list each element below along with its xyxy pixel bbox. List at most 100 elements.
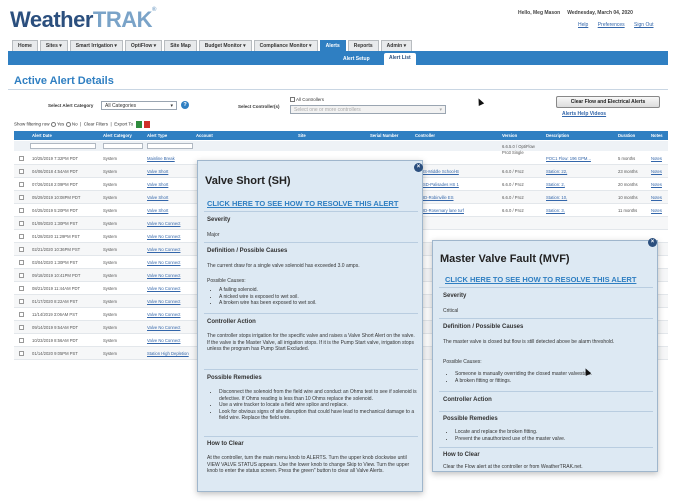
notes-link[interactable]: Notes xyxy=(651,208,662,213)
alert-type-link[interactable]: Mainline Break xyxy=(147,156,175,161)
row-checkbox[interactable] xyxy=(19,208,24,213)
close-icon[interactable]: × xyxy=(414,163,423,172)
row-checkbox[interactable] xyxy=(19,312,24,317)
row-checkbox[interactable] xyxy=(19,182,24,187)
subtab-alert-list[interactable]: Alert List xyxy=(384,53,416,65)
tab-sites[interactable]: Sites ▾ xyxy=(39,40,68,51)
alert-type-link[interactable]: Valve Short xyxy=(147,208,168,213)
description-link[interactable]: Station: 2, xyxy=(546,182,565,187)
filter-category-input[interactable] xyxy=(103,143,143,149)
col-notes[interactable]: Notes xyxy=(651,133,663,138)
close-icon[interactable]: × xyxy=(648,238,657,247)
alert-type-link[interactable]: Valve No Connect xyxy=(147,312,180,317)
row-checkbox[interactable] xyxy=(19,286,24,291)
excel-icon[interactable] xyxy=(136,121,143,128)
row-checkbox[interactable] xyxy=(19,260,24,265)
col-alert-category[interactable]: Alert Category xyxy=(103,133,132,138)
tab-home[interactable]: Home xyxy=(12,40,38,51)
row-checkbox[interactable] xyxy=(19,325,24,330)
alert-type-link[interactable]: Valve Short xyxy=(147,169,168,174)
filter-date-input[interactable] xyxy=(30,143,96,149)
row-checkbox[interactable] xyxy=(19,221,24,226)
tab-compliance-monitor[interactable]: Compliance Monitor ▾ xyxy=(253,40,318,51)
col-version[interactable]: Version xyxy=(502,133,517,138)
alert-category-cell: System xyxy=(103,260,117,265)
clear-alerts-button[interactable]: Clear Flow and Electrical Alerts xyxy=(556,96,660,108)
how-to-clear-text: At the controller, turn the main menu kn… xyxy=(207,455,410,474)
alert-category-cell: System xyxy=(103,156,117,161)
all-controllers-checkbox[interactable] xyxy=(290,97,295,103)
alert-type-link[interactable]: Valve No Connect xyxy=(147,234,180,239)
yes-radio[interactable] xyxy=(50,122,56,127)
alert-type-link[interactable]: Valve Short xyxy=(147,182,168,187)
row-checkbox[interactable] xyxy=(19,351,24,356)
alert-date-cell: 10/23/2019 8:56AM PDT xyxy=(32,338,79,343)
alert-type-link[interactable]: Valve No Connect xyxy=(147,325,180,330)
alert-category-cell: System xyxy=(103,208,117,213)
col-site[interactable]: Site xyxy=(298,133,306,138)
all-controllers-option[interactable]: All Controllers xyxy=(290,97,324,103)
row-checkbox[interactable] xyxy=(19,247,24,252)
alert-type-link[interactable]: Valve No Connect xyxy=(147,299,180,304)
row-checkbox[interactable] xyxy=(19,273,24,278)
controller-select[interactable]: Select one or more controllers ▾ xyxy=(290,105,446,114)
tab-budget-monitor[interactable]: Budget Monitor ▾ xyxy=(198,40,252,51)
row-checkbox[interactable] xyxy=(19,169,24,174)
controller-link[interactable]: IS-Middle School-B xyxy=(423,169,459,174)
notes-link[interactable]: Notes xyxy=(651,182,662,187)
tab-alerts[interactable]: Alerts xyxy=(319,40,346,51)
tab-admin[interactable]: Admin ▾ xyxy=(380,40,413,51)
controller-link[interactable]: SD-Palisades HS 1 xyxy=(423,182,459,187)
col-duration[interactable]: Duration xyxy=(618,133,635,138)
col-account[interactable]: Account xyxy=(196,133,213,138)
description-link[interactable]: Station: 22, xyxy=(546,169,567,174)
col-controller[interactable]: Controller xyxy=(415,133,435,138)
pdf-icon[interactable] xyxy=(144,121,151,128)
alert-type-link[interactable]: Valve No Connect xyxy=(147,273,180,278)
row-checkbox[interactable] xyxy=(19,338,24,343)
col-serial-number[interactable]: Serial Number xyxy=(370,133,398,138)
description-link[interactable]: Station: 3, xyxy=(546,208,565,213)
alert-type-link[interactable]: Valve No Connect xyxy=(147,260,180,265)
row-checkbox[interactable] xyxy=(19,195,24,200)
alert-type-link[interactable]: Valve No Connect xyxy=(147,247,180,252)
controller-link[interactable]: ID-Rosemary lane turf xyxy=(423,208,464,213)
description-link[interactable]: POC1 Flow: 196 GPM... xyxy=(546,156,591,161)
preferences-link[interactable]: Preferences xyxy=(598,22,625,28)
row-checkbox[interactable] xyxy=(19,234,24,239)
notes-link[interactable]: Notes xyxy=(651,169,662,174)
tab-site-map[interactable]: Site Map xyxy=(164,40,197,51)
subtab-alert-setup[interactable]: Alert Setup xyxy=(338,54,375,64)
tab-smart-irrigation[interactable]: Smart Irrigation ▾ xyxy=(69,40,123,51)
controller-link[interactable]: ID-Robinville ES xyxy=(423,195,454,200)
col-alert-date[interactable]: Alert Date xyxy=(32,133,52,138)
category-select[interactable]: All Categories ▾ xyxy=(101,101,177,110)
alert-type-link[interactable]: Valve Short xyxy=(147,195,168,200)
row-checkbox[interactable] xyxy=(19,156,24,161)
help-icon[interactable]: ? xyxy=(181,101,189,109)
description-link[interactable]: Station: 10, xyxy=(546,195,567,200)
notes-link[interactable]: Notes xyxy=(651,195,662,200)
causes-label: Possible Causes: xyxy=(443,359,482,365)
help-link[interactable]: Help xyxy=(578,22,588,28)
alert-type-link[interactable]: Station High Depletion xyxy=(147,351,189,356)
tab-reports[interactable]: Reports xyxy=(347,40,379,51)
help-videos-link[interactable]: Alerts Help Videos xyxy=(562,111,606,117)
alert-type-link[interactable]: Valve No Connect xyxy=(147,286,180,291)
sign-out-link[interactable]: Sign Out xyxy=(634,22,653,28)
user-greeting: Hello, Meg Mason xyxy=(518,10,561,16)
clear-filters-link[interactable]: Clear Filters xyxy=(84,122,108,127)
no-radio[interactable] xyxy=(65,122,71,127)
tab-optiflow[interactable]: OptiFlow ▾ xyxy=(124,40,163,51)
resolve-alert-link[interactable]: CLICK HERE TO SEE HOW TO RESOLVE THIS AL… xyxy=(207,199,398,208)
alert-date-cell: 01/09/2020 1:30PM PST xyxy=(32,221,78,226)
row-checkbox[interactable] xyxy=(19,299,24,304)
alert-type-link[interactable]: Valve No Connect xyxy=(147,338,180,343)
col-alert-type[interactable]: Alert Type xyxy=(147,133,167,138)
col-description[interactable]: Description xyxy=(546,133,569,138)
alert-date-cell: 04/06/2018 4:54AM PDT xyxy=(32,169,79,174)
alert-type-link[interactable]: Valve No Connect xyxy=(147,221,180,226)
notes-link[interactable]: Notes xyxy=(651,156,662,161)
filter-type-input[interactable] xyxy=(147,143,193,149)
resolve-alert-link[interactable]: CLICK HERE TO SEE HOW TO RESOLVE THIS AL… xyxy=(445,275,636,284)
